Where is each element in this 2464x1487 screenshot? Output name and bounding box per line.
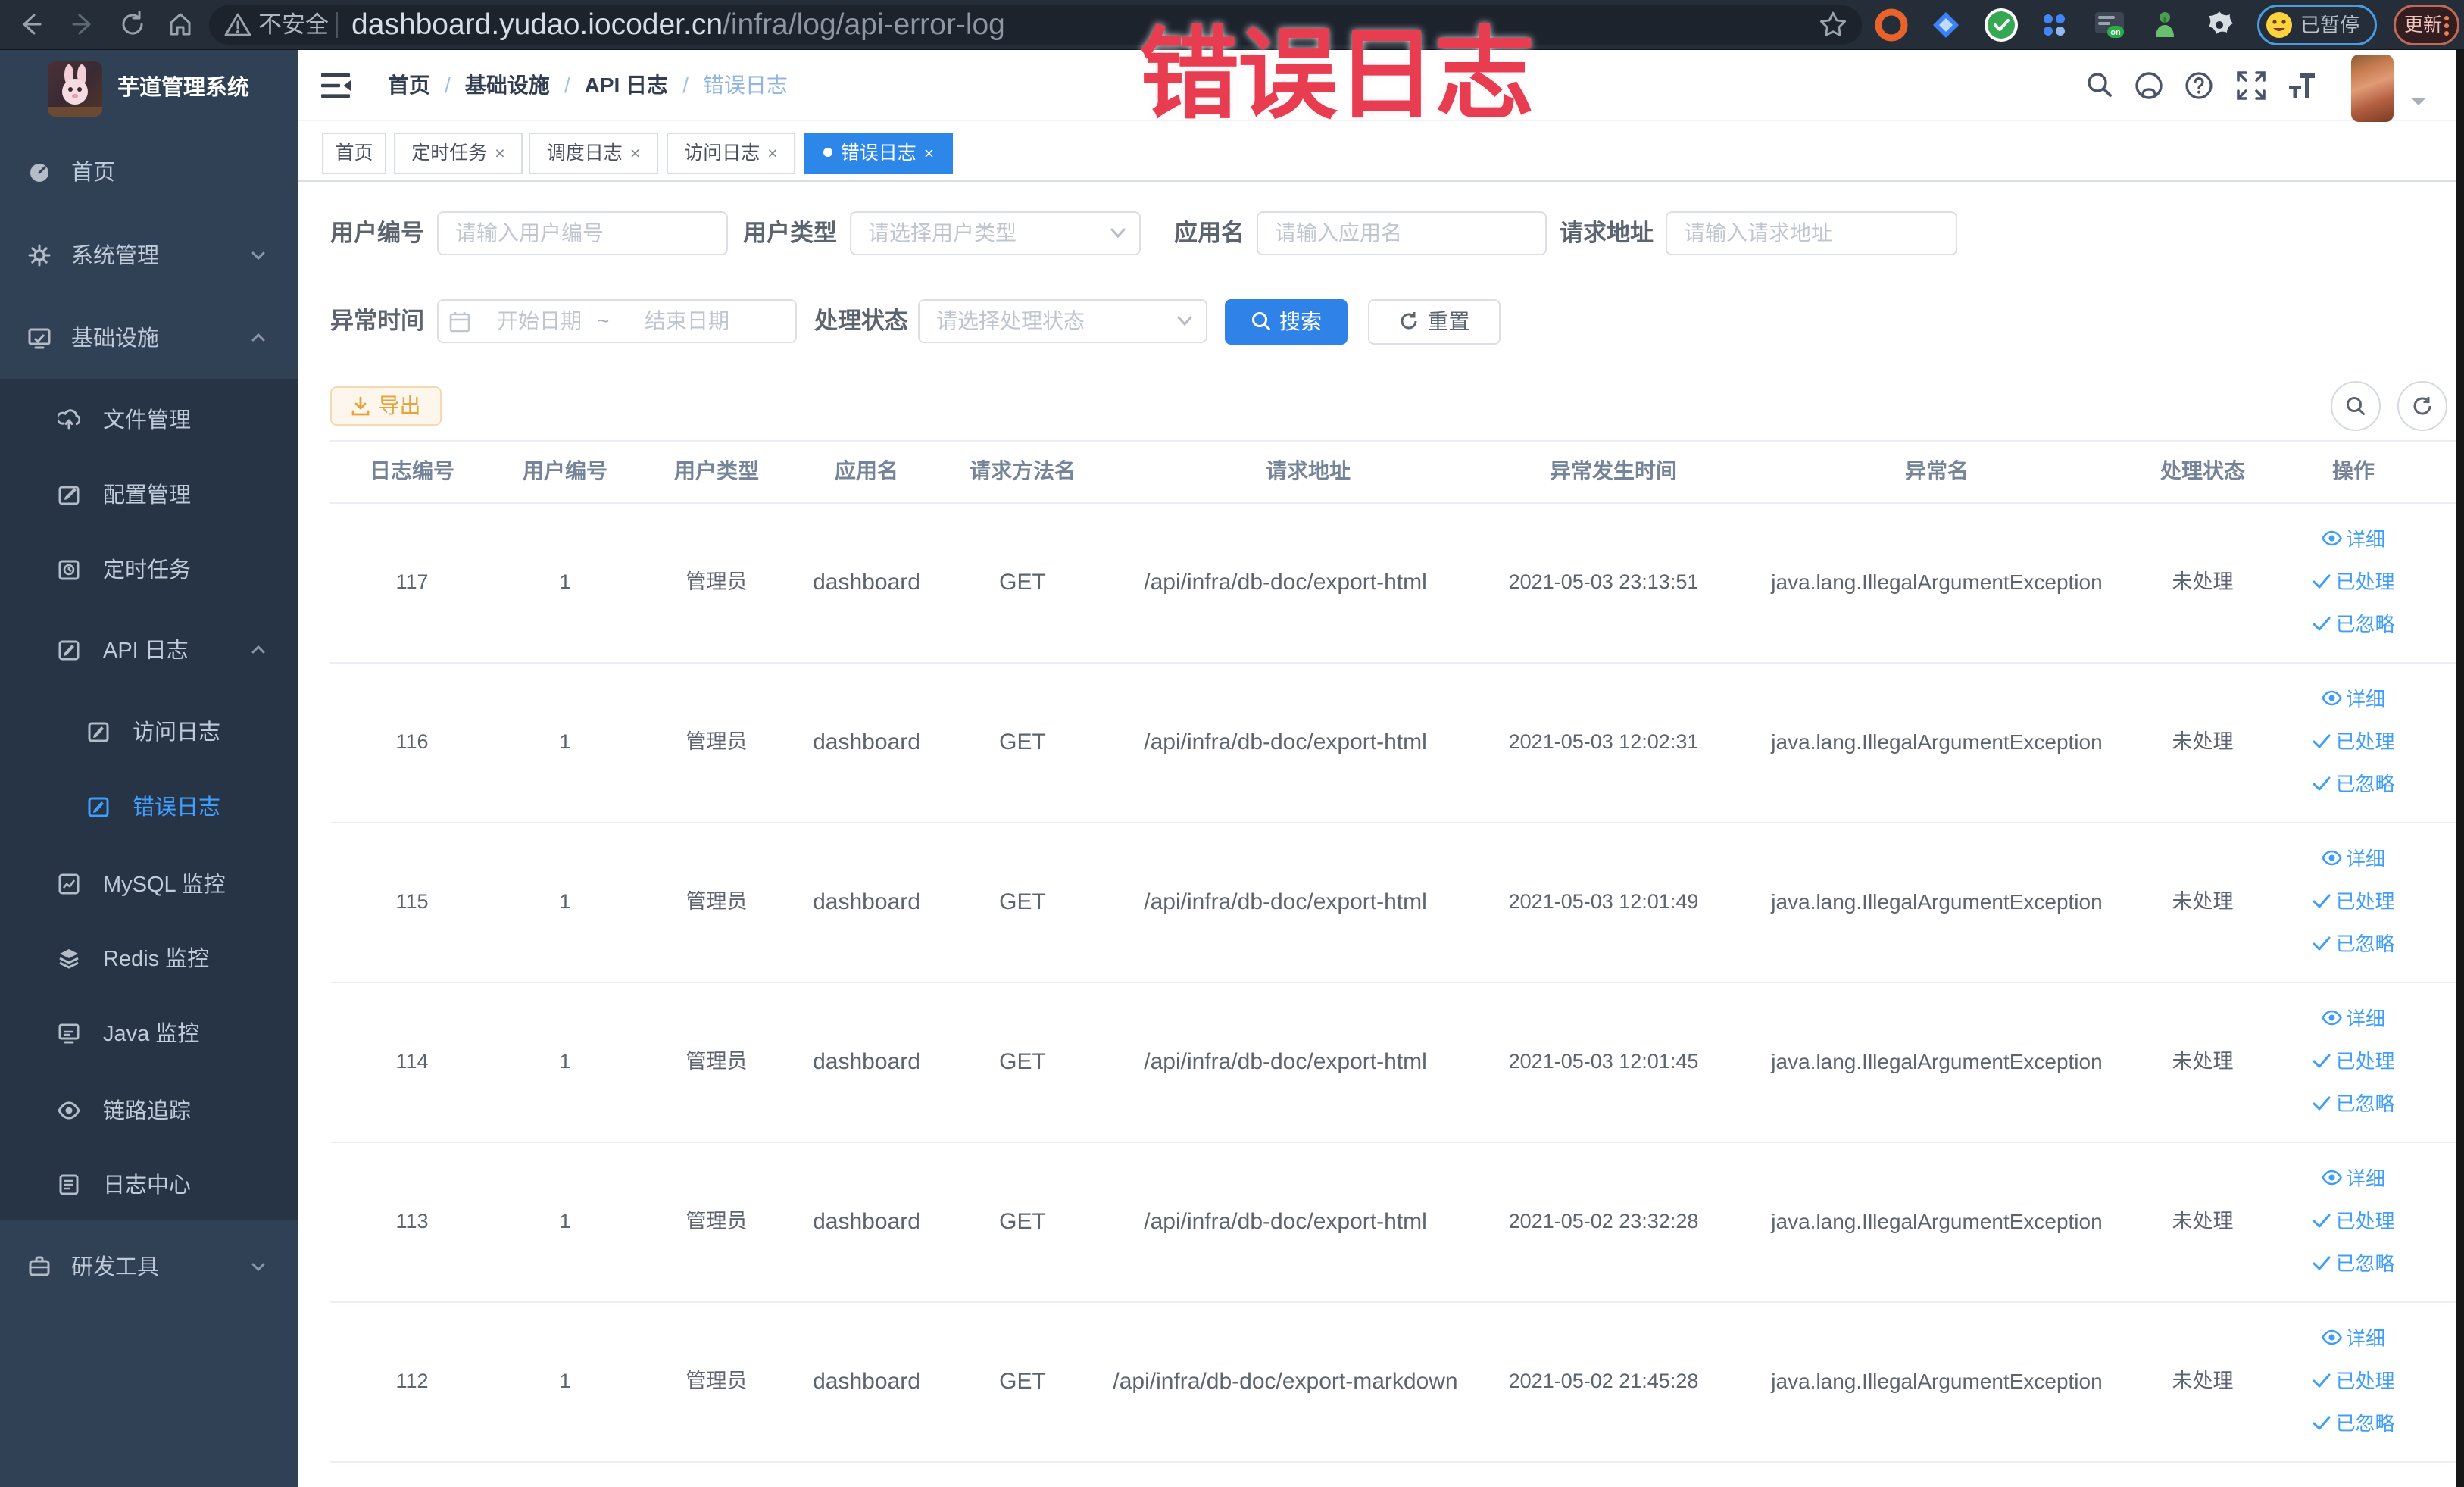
svg-text:on: on xyxy=(2110,28,2121,37)
